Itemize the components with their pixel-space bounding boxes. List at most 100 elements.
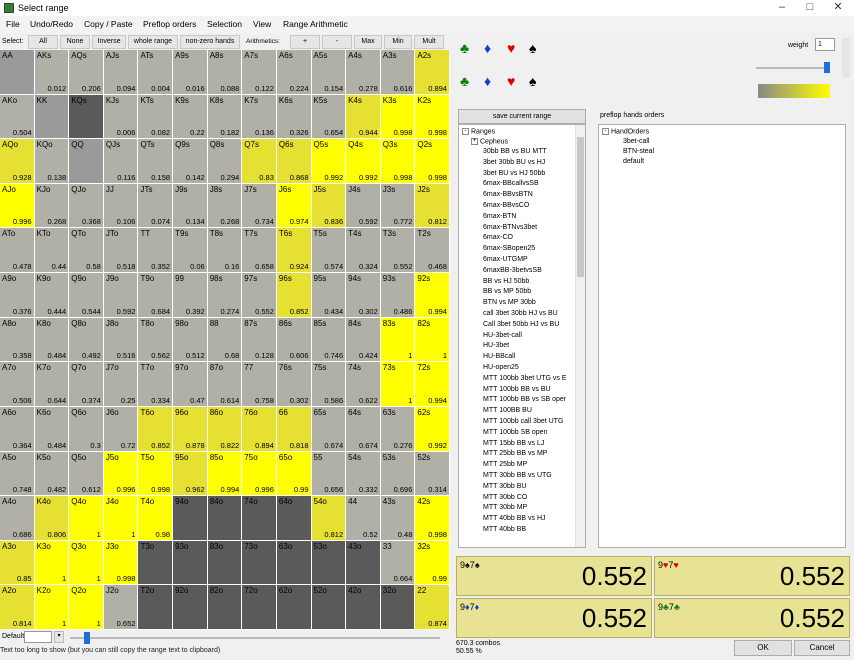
hand-cell[interactable]: A4s 0.278 — [346, 50, 381, 95]
hand-cell[interactable]: T2o — [138, 585, 174, 630]
hand-cell[interactable]: A2o 0.814 — [0, 585, 35, 630]
hand-cell[interactable]: 92s 0.994 — [415, 273, 450, 318]
hand-cell[interactable]: 84o — [207, 496, 243, 541]
hand-cell[interactable]: K3s 0.998 — [380, 94, 416, 140]
mult-button[interactable]: Mult — [414, 35, 444, 49]
hand-cell[interactable]: T8s 0.16 — [207, 228, 243, 274]
ranges-scrollbar[interactable] — [575, 125, 585, 547]
hand-cell[interactable]: 96s 0.852 — [276, 273, 312, 318]
tree-node-range[interactable]: 6max-BBvsCO — [483, 202, 529, 209]
hand-cell[interactable]: Q9s 0.142 — [173, 139, 208, 184]
hand-cell[interactable]: 73o — [242, 540, 277, 586]
hand-cell[interactable]: T5o 0.998 — [138, 451, 174, 497]
hand-cell[interactable]: ATs 0.004 — [138, 50, 174, 95]
tree-node-range[interactable]: HU-3bet-call — [483, 332, 522, 339]
hand-cell[interactable]: T4s 0.324 — [346, 228, 381, 274]
hand-cell[interactable]: 86s 0.606 — [276, 317, 312, 363]
hand-cell[interactable]: A8o 0.358 — [0, 317, 35, 363]
hand-cell[interactable]: Q8s 0.294 — [207, 139, 243, 184]
hand-cell[interactable]: 83o — [207, 540, 243, 586]
tree-node-order[interactable]: BTN-steal — [623, 148, 654, 155]
hand-cell[interactable]: J9o 0.592 — [103, 273, 139, 318]
tree-node-range[interactable]: 6max-UTGMP — [483, 256, 528, 263]
orders-tree[interactable]: - HandOrders 3bet-call BTN-steal default — [598, 124, 846, 548]
tree-node-range[interactable]: 6max-BTNvs3bet — [483, 224, 537, 231]
hand-cell[interactable]: K6o 0.484 — [34, 406, 70, 452]
hand-cell[interactable]: KJs 0.006 — [103, 94, 139, 140]
hand-cell[interactable]: KTo 0.44 — [34, 228, 70, 274]
hand-cell[interactable]: 32s 0.99 — [415, 540, 450, 586]
subtract-button[interactable]: - — [322, 35, 352, 49]
hand-cell[interactable]: T2s 0.468 — [415, 228, 450, 274]
hand-cell[interactable]: 44 0.52 — [346, 496, 381, 541]
hand-cell[interactable]: 42s 0.998 — [415, 496, 450, 541]
hand-cell[interactable]: AA — [0, 50, 35, 95]
hand-cell[interactable]: T3s 0.552 — [380, 228, 416, 274]
hand-cell[interactable]: J6s 0.974 — [276, 183, 312, 229]
hand-cell[interactable]: ATo 0.478 — [0, 228, 35, 274]
hand-cell[interactable]: 66 0.818 — [276, 406, 312, 452]
add-button[interactable]: + — [290, 35, 320, 49]
hand-cell[interactable]: KQs — [69, 94, 104, 140]
tree-node-range[interactable]: BB vs HJ 50bb — [483, 278, 529, 285]
hand-cell[interactable]: QJo 0.368 — [69, 183, 104, 229]
tree-node-range[interactable]: BB vs MP 50bb — [483, 288, 531, 295]
tree-node-range[interactable]: 6max-CO — [483, 234, 513, 241]
hand-cell[interactable]: 53o — [311, 540, 347, 586]
hand-cell[interactable]: K7o 0.644 — [34, 362, 70, 407]
hand-cell[interactable]: Q8o 0.492 — [69, 317, 104, 363]
menu-file[interactable]: File — [6, 19, 20, 29]
weight-slider-track[interactable] — [756, 67, 826, 69]
hand-cell[interactable]: A8s 0.088 — [207, 50, 243, 95]
hand-cell[interactable]: K2s 0.998 — [415, 94, 450, 140]
hand-cell[interactable]: K8s 0.182 — [207, 94, 243, 140]
weight-input[interactable]: 1 — [815, 38, 835, 51]
hand-cell[interactable]: 22 0.874 — [415, 585, 450, 630]
hand-cell[interactable]: T3o — [138, 540, 174, 586]
hand-cell[interactable]: QTo 0.58 — [69, 228, 104, 274]
tree-node-order[interactable]: default — [623, 158, 644, 165]
menu-preflop-orders[interactable]: Preflop orders — [143, 19, 196, 29]
hand-cell[interactable]: K9o 0.444 — [34, 273, 70, 318]
hand-cell[interactable]: AJs 0.094 — [103, 50, 139, 95]
tree-node-range[interactable]: call 3bet 30bb HJ vs BU — [483, 310, 558, 317]
hand-cell[interactable]: 96o 0.878 — [173, 406, 208, 452]
spade-filter-icon[interactable]: ♠ — [529, 41, 536, 55]
hand-cell[interactable]: A5o 0.748 — [0, 451, 35, 497]
range-slider-thumb[interactable] — [84, 632, 90, 644]
hand-cell[interactable]: Q4s 0.992 — [346, 139, 381, 184]
hand-cell[interactable]: J3o 0.998 — [103, 540, 139, 586]
hand-cell[interactable]: K7s 0.136 — [242, 94, 277, 140]
hand-cell[interactable]: QQ — [69, 139, 104, 184]
tree-node-range[interactable]: 6max-BBvsBTN — [483, 191, 533, 198]
hand-cell[interactable]: T9s 0.06 — [173, 228, 208, 274]
non-zero-hands-button[interactable]: non-zero hands — [180, 35, 240, 49]
heart-filter-icon[interactable]: ♥ — [507, 41, 515, 55]
hand-cell[interactable]: 93o — [173, 540, 208, 586]
tree-node-range[interactable]: HU-open25 — [483, 364, 519, 371]
hand-cell[interactable]: Q7o 0.374 — [69, 362, 104, 407]
hand-cell[interactable]: Q3o 1 — [69, 540, 104, 586]
hand-cell[interactable]: Q4o 1 — [69, 496, 104, 541]
hand-cell[interactable]: K6s 0.326 — [276, 94, 312, 140]
whole-range-button[interactable]: whole range — [128, 35, 178, 49]
hand-cell[interactable]: K4s 0.944 — [346, 94, 381, 140]
hand-cell[interactable]: 94o — [173, 496, 208, 541]
hand-cell[interactable]: T7o 0.334 — [138, 362, 174, 407]
tree-node-range[interactable]: 3bet 30bb BU vs HJ — [483, 159, 545, 166]
tree-node-range[interactable]: MTT 15bb BB vs LJ — [483, 440, 544, 447]
menu-view[interactable]: View — [253, 19, 271, 29]
menu-undo-redo[interactable]: Undo/Redo — [30, 19, 73, 29]
club-filter-icon[interactable]: ♣ — [460, 41, 469, 55]
weight-slider-thumb[interactable] — [824, 62, 830, 73]
hand-cell[interactable]: J7s 0.734 — [242, 183, 277, 229]
tree-node-range[interactable]: BTN vs MP 30bb — [483, 299, 536, 306]
hand-cell[interactable]: T7s 0.658 — [242, 228, 277, 274]
hand-cell[interactable]: 43s 0.48 — [380, 496, 416, 541]
hand-cell[interactable]: A4o 0.686 — [0, 496, 35, 541]
tree-node-range[interactable]: 6maxBB-3betvsSB — [483, 267, 542, 274]
hand-cell[interactable]: 76o 0.894 — [242, 406, 277, 452]
hand-cell[interactable]: A2s 0.894 — [415, 50, 450, 95]
hand-cell[interactable]: J5s 0.836 — [311, 183, 347, 229]
hand-cell[interactable]: QJs 0.116 — [103, 139, 139, 184]
